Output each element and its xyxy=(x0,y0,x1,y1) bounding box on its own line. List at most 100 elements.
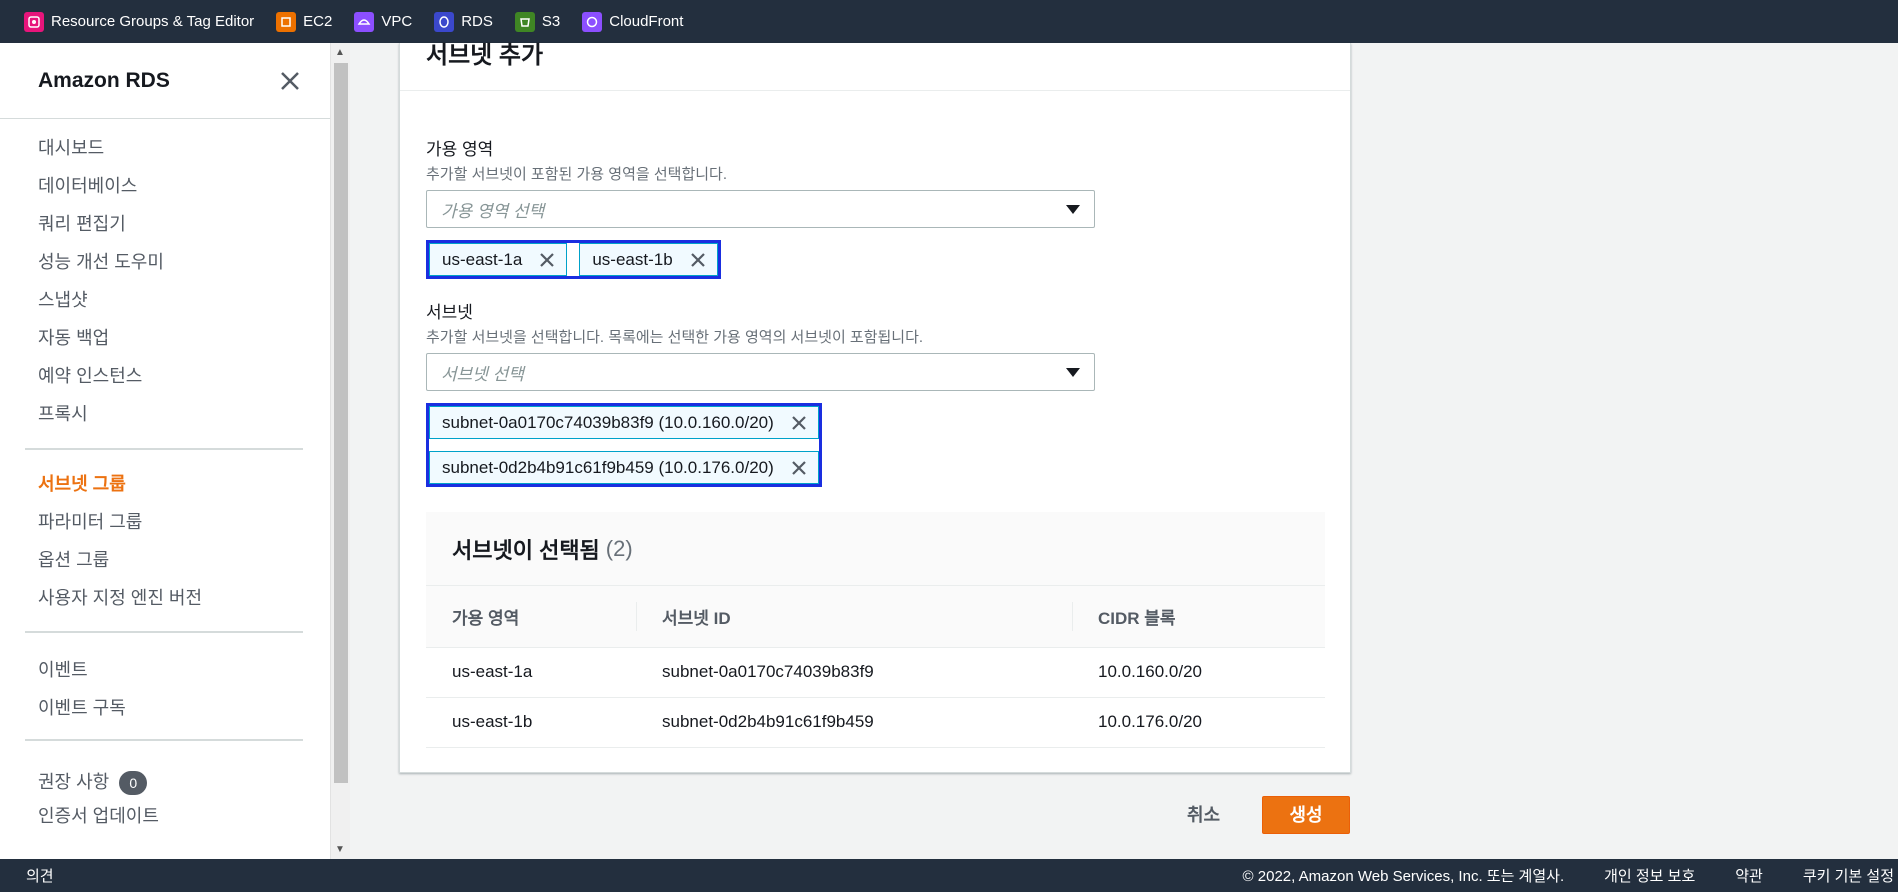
field-label: 가용 영역 xyxy=(426,140,494,159)
column-header-cidr: CIDR 블록 xyxy=(1072,586,1325,648)
scrollbar-thumb[interactable] xyxy=(334,63,348,783)
token-label: us-east-1b xyxy=(592,249,673,269)
sidebar-group-config: 서브넷 그룹 파라미터 그룹 옵션 그룹 사용자 지정 엔진 버전 xyxy=(0,465,330,617)
caret-down-icon xyxy=(1066,204,1080,214)
favorite-label: S3 xyxy=(541,13,561,30)
cloudfront-icon xyxy=(582,11,603,32)
panel-header: 서브넷 추가 xyxy=(400,42,1350,91)
sidebar-item-databases[interactable]: 데이터베이스 xyxy=(38,167,330,205)
favorite-s3[interactable]: S3 xyxy=(514,11,561,32)
scroll-up-arrow-icon[interactable]: ▲ xyxy=(335,47,345,58)
sidebar-group-recommendations: 권장 사항 0 인증서 업데이트 xyxy=(0,763,330,835)
vpc-icon xyxy=(354,11,375,32)
sidebar-item-proxies[interactable]: 프록시 xyxy=(38,395,330,433)
copyright-text: © 2022, Amazon Web Services, Inc. 또는 계열사… xyxy=(1242,868,1565,885)
sidebar-group-main: 대시보드 데이터베이스 쿼리 편집기 성능 개선 도우미 스냅샷 자동 백업 예… xyxy=(0,129,330,433)
favorite-label: EC2 xyxy=(303,13,333,30)
selected-subnets-table: 가용 영역 서브넷 ID CIDR 블록 us-east-1a subnet-0… xyxy=(426,586,1325,748)
column-header-az: 가용 영역 xyxy=(426,586,636,648)
feedback-link[interactable]: 의견 xyxy=(26,865,54,886)
token-us-east-1b: us-east-1b xyxy=(579,243,718,276)
privacy-link[interactable]: 개인 정보 보호 xyxy=(1604,865,1695,886)
sidebar-item-automated-backups[interactable]: 자동 백업 xyxy=(38,319,330,357)
favorite-rds[interactable]: RDS xyxy=(434,11,493,32)
remove-token-icon[interactable] xyxy=(538,251,556,269)
rds-icon xyxy=(434,11,455,32)
scroll-down-arrow-icon[interactable]: ▼ xyxy=(335,844,345,855)
close-icon[interactable] xyxy=(278,69,302,93)
sidebar-item-certificate-update[interactable]: 인증서 업데이트 xyxy=(38,797,330,835)
sidebar-divider xyxy=(25,631,303,633)
sidebar-divider xyxy=(25,739,303,741)
remove-token-icon[interactable] xyxy=(689,251,707,269)
table-row: us-east-1a subnet-0a0170c74039b83f9 10.0… xyxy=(426,647,1325,698)
selected-subnets-count: (2) xyxy=(605,535,633,561)
sidebar-item-query-editor[interactable]: 쿼리 편집기 xyxy=(38,205,330,243)
sidebar-item-custom-engine-versions[interactable]: 사용자 지정 엔진 버전 xyxy=(38,579,330,617)
sidebar-divider xyxy=(25,448,303,450)
select-placeholder: 가용 영역 선택 xyxy=(441,201,545,221)
availability-zone-field: 가용 영역 추가할 서브넷이 포함된 가용 영역을 선택합니다. 가용 영역 선… xyxy=(426,135,1095,279)
panel-title: 서브넷 추가 xyxy=(426,42,544,69)
availability-zone-select[interactable]: 가용 영역 선택 xyxy=(426,190,1095,228)
selected-subnets-header: 서브넷이 선택됨 (2) xyxy=(426,512,1325,586)
token-label: subnet-0a0170c74039b83f9 (10.0.160.0/20) xyxy=(442,412,774,432)
sidebar-item-performance-insights[interactable]: 성능 개선 도우미 xyxy=(38,243,330,281)
subnet-token-group: subnet-0a0170c74039b83f9 (10.0.160.0/20)… xyxy=(426,403,822,487)
table-row: us-east-1b subnet-0d2b4b91c61f9b459 10.0… xyxy=(426,697,1325,748)
sidebar-item-subnet-groups[interactable]: 서브넷 그룹 xyxy=(38,465,330,503)
cell-subnet-id: subnet-0a0170c74039b83f9 xyxy=(636,647,1072,698)
sidebar-group-events: 이벤트 이벤트 구독 xyxy=(0,651,330,727)
favorite-label: RDS xyxy=(461,13,493,30)
favorite-label: VPC xyxy=(381,13,413,30)
sidebar-item-event-subscriptions[interactable]: 이벤트 구독 xyxy=(38,689,330,727)
token-us-east-1a: us-east-1a xyxy=(429,243,568,276)
s3-icon xyxy=(514,11,535,32)
sidebar-scrollbar[interactable]: ▲ ▼ xyxy=(330,43,350,859)
favorite-ec2[interactable]: EC2 xyxy=(276,11,333,32)
remove-token-icon[interactable] xyxy=(790,414,808,432)
table-header-row: 가용 영역 서브넷 ID CIDR 블록 xyxy=(426,586,1325,648)
caret-down-icon xyxy=(1066,367,1080,377)
token-subnet-1: subnet-0a0170c74039b83f9 (10.0.160.0/20) xyxy=(429,406,819,439)
subnet-select[interactable]: 서브넷 선택 xyxy=(426,353,1095,391)
cell-az: us-east-1b xyxy=(426,697,636,748)
cell-cidr: 10.0.160.0/20 xyxy=(1072,647,1325,698)
cell-cidr: 10.0.176.0/20 xyxy=(1072,697,1325,748)
select-placeholder: 서브넷 선택 xyxy=(441,364,524,384)
sidebar: Amazon RDS 대시보드 데이터베이스 쿼리 편집기 성능 개선 도우미 … xyxy=(0,43,330,859)
selected-subnets-title: 서브넷이 선택됨 xyxy=(452,537,600,563)
field-description: 추가할 서브넷이 포함된 가용 영역을 선택합니다. xyxy=(426,166,728,183)
favorite-label: CloudFront xyxy=(609,13,684,30)
sidebar-item-dashboard[interactable]: 대시보드 xyxy=(38,129,330,167)
favorite-cloudfront[interactable]: CloudFront xyxy=(582,11,684,32)
favorite-vpc[interactable]: VPC xyxy=(354,11,413,32)
favorite-resource-groups[interactable]: Resource Groups & Tag Editor xyxy=(24,11,254,32)
cell-subnet-id: subnet-0d2b4b91c61f9b459 xyxy=(636,697,1072,748)
field-label: 서브넷 xyxy=(426,303,473,322)
sidebar-title[interactable]: Amazon RDS xyxy=(38,69,170,93)
cancel-button[interactable]: 취소 xyxy=(1177,796,1230,834)
sidebar-header: Amazon RDS xyxy=(0,43,330,119)
token-label: subnet-0d2b4b91c61f9b459 (10.0.176.0/20) xyxy=(442,457,774,477)
token-subnet-2: subnet-0d2b4b91c61f9b459 (10.0.176.0/20) xyxy=(429,451,819,484)
cookie-preferences-link[interactable]: 쿠키 기본 설정 xyxy=(1803,865,1894,886)
sidebar-item-option-groups[interactable]: 옵션 그룹 xyxy=(38,541,330,579)
column-header-subnet-id: 서브넷 ID xyxy=(636,586,1072,648)
create-button[interactable]: 생성 xyxy=(1262,796,1350,834)
remove-token-icon[interactable] xyxy=(790,459,808,477)
token-label: us-east-1a xyxy=(442,249,523,269)
sidebar-item-parameter-groups[interactable]: 파라미터 그룹 xyxy=(38,503,330,541)
cell-az: us-east-1a xyxy=(426,647,636,698)
selected-subnets-table-container: 서브넷이 선택됨 (2) 가용 영역 서브넷 ID CIDR 블록 us-eas… xyxy=(426,512,1325,748)
add-subnets-panel: 서브넷 추가 가용 영역 추가할 서브넷이 포함된 가용 영역을 선택합니다. … xyxy=(399,42,1351,773)
sidebar-item-events[interactable]: 이벤트 xyxy=(38,651,330,689)
terms-link[interactable]: 약관 xyxy=(1735,865,1763,886)
availability-zone-token-group: us-east-1a us-east-1b xyxy=(426,240,721,279)
ec2-icon xyxy=(276,11,297,32)
sidebar-item-reserved-instances[interactable]: 예약 인스턴스 xyxy=(38,357,330,395)
sidebar-item-snapshots[interactable]: 스냅샷 xyxy=(38,281,330,319)
footer-links: © 2022, Amazon Web Services, Inc. 또는 계열사… xyxy=(1243,865,1898,886)
sidebar-item-recommendations[interactable]: 권장 사항 0 xyxy=(38,763,330,801)
footer: 의견 © 2022, Amazon Web Services, Inc. 또는 … xyxy=(0,859,1898,892)
